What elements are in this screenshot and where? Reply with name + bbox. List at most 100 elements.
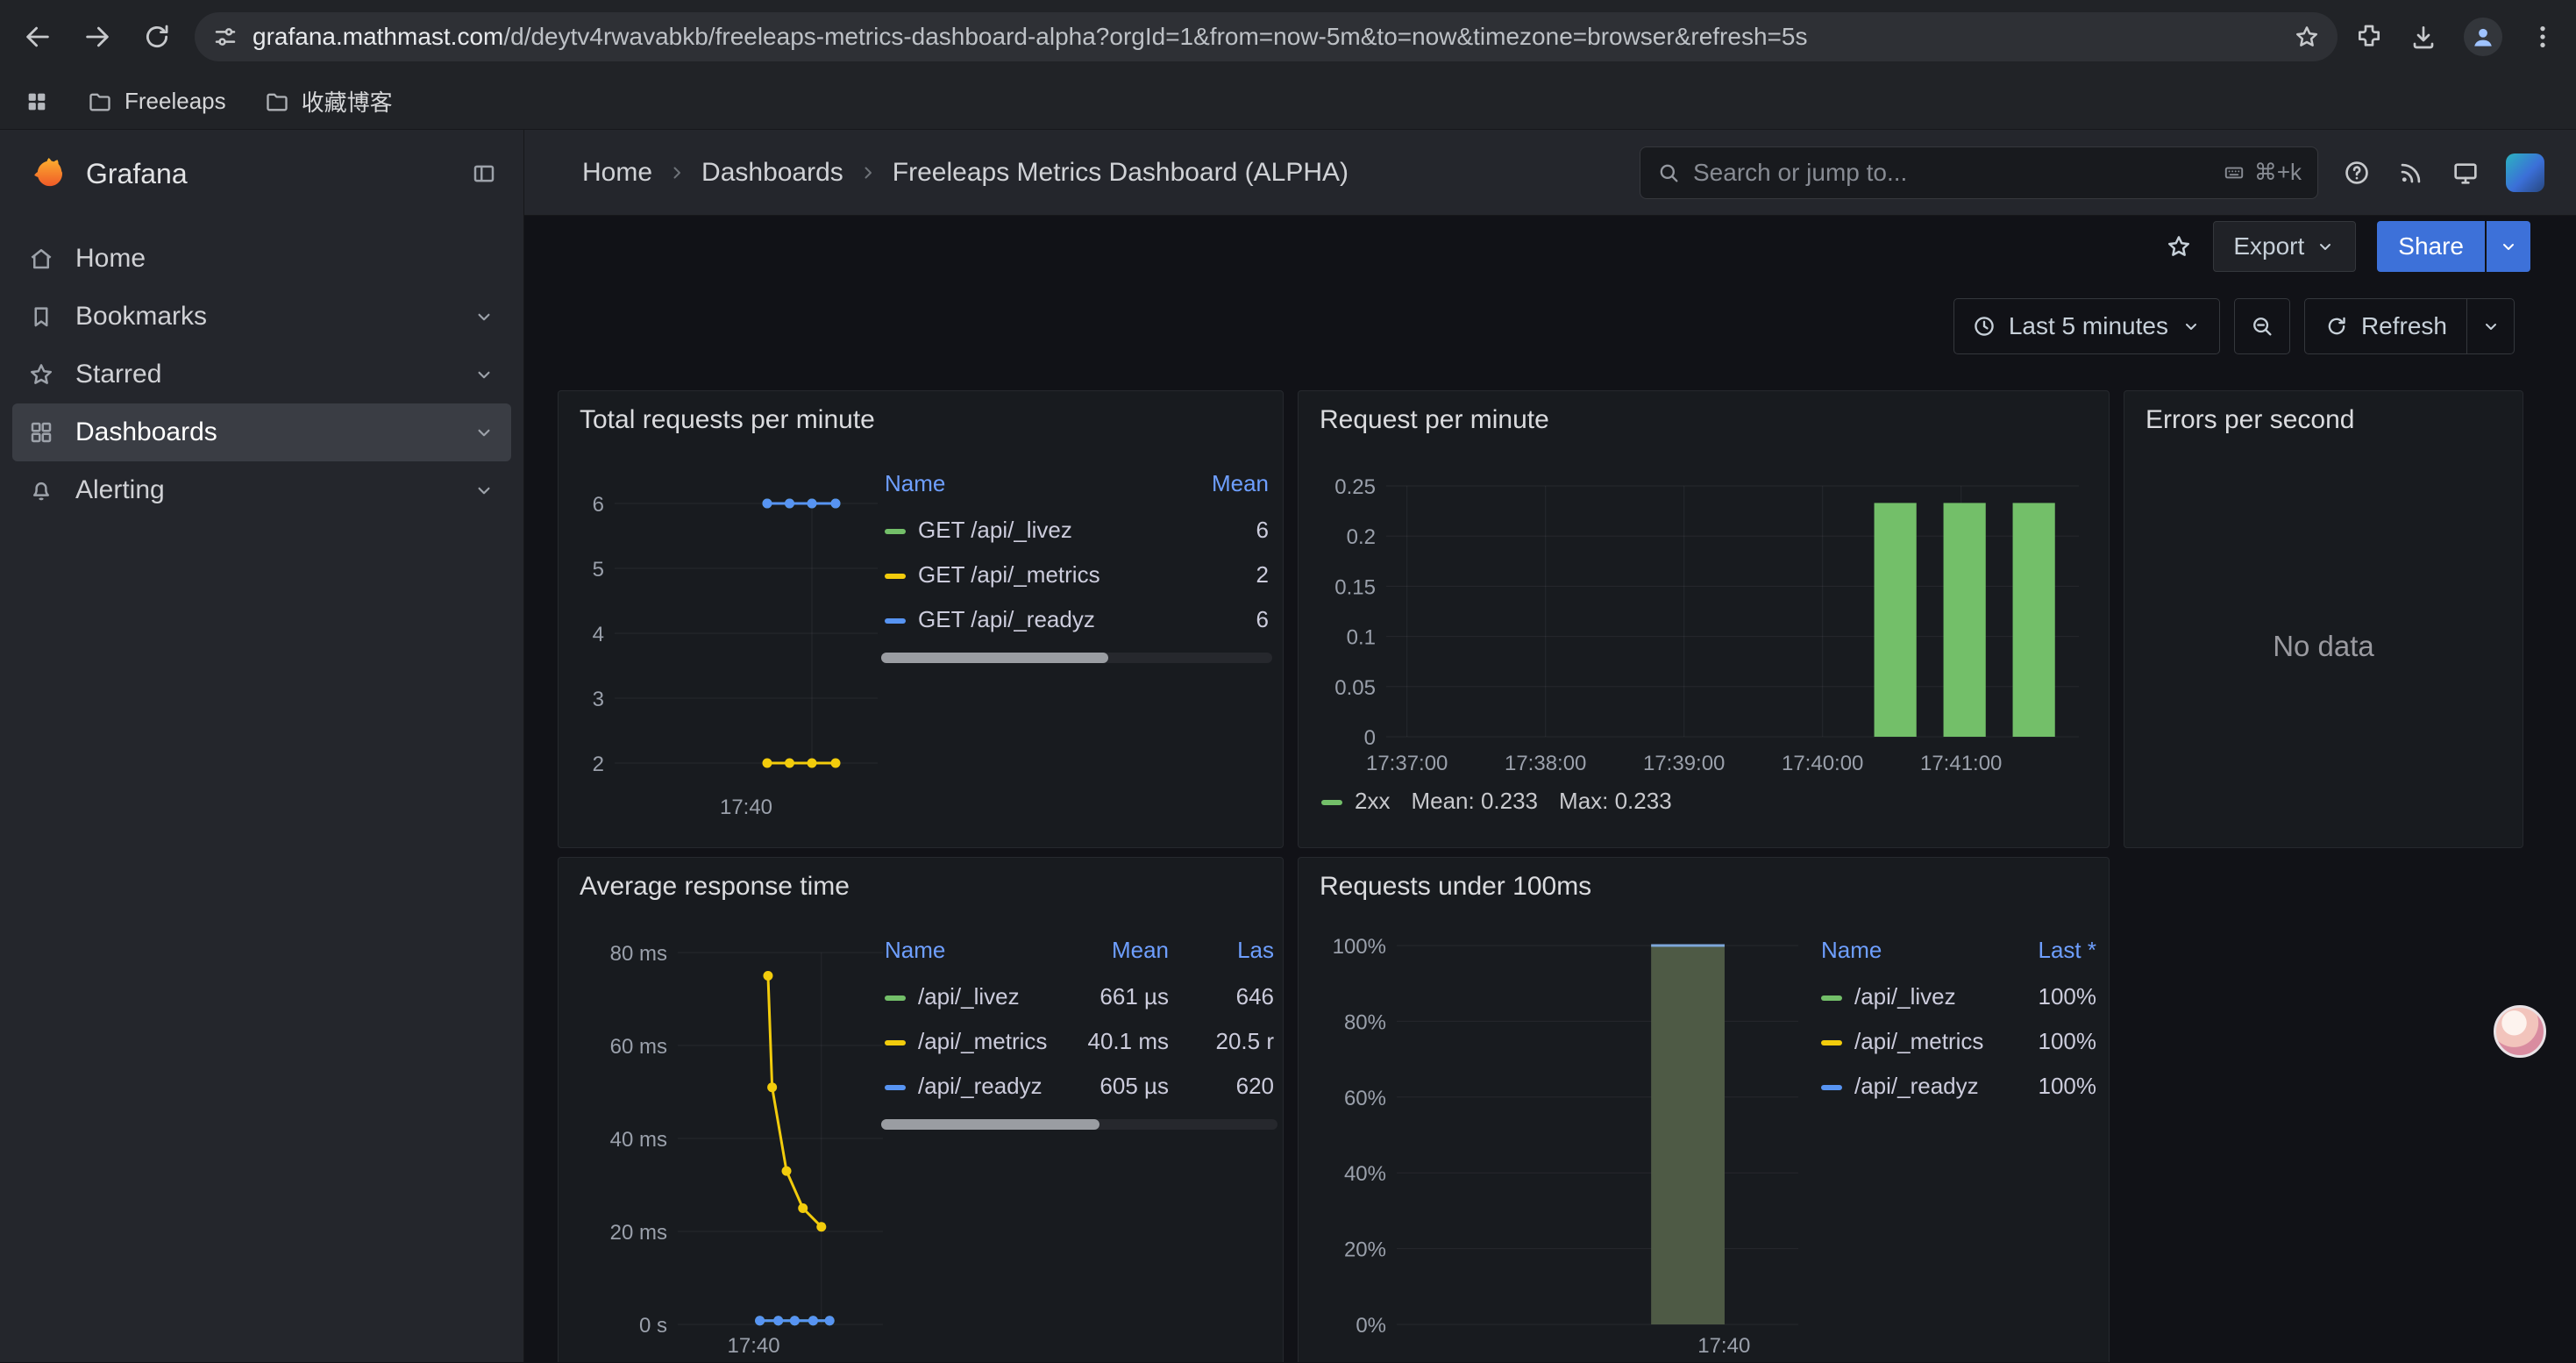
- chart-requests-under-100ms[interactable]: 100%80%60%40%20%0%17:40: [1313, 928, 1804, 1359]
- series-swatch: [1821, 1085, 1842, 1090]
- chart-svg: 80 ms60 ms40 ms20 ms0 s17:40: [564, 928, 888, 1359]
- svg-text:40 ms: 40 ms: [610, 1128, 667, 1152]
- legend-row[interactable]: GET /api/_metrics2: [881, 553, 1272, 597]
- svg-text:0.05: 0.05: [1334, 676, 1376, 700]
- refresh-interval-caret[interactable]: [2467, 298, 2515, 354]
- svg-text:2: 2: [593, 753, 604, 776]
- site-settings-icon[interactable]: [212, 24, 238, 50]
- legend-col-header[interactable]: Name: [1818, 931, 1995, 974]
- browser-menu-icon[interactable]: [2529, 23, 2557, 51]
- svg-text:17:37:00: 17:37:00: [1366, 752, 1448, 775]
- url-bar[interactable]: grafana.mathmast.com/d/deytv4rwavabkb/fr…: [195, 12, 2338, 61]
- panel-title[interactable]: Request per minute: [1299, 391, 2109, 449]
- search-bar[interactable]: ⌘+k: [1640, 146, 2318, 199]
- reload-icon[interactable]: [142, 22, 172, 52]
- legend-row[interactable]: GET /api/_livez6: [881, 508, 1272, 553]
- chart-request-per-minute[interactable]: 0.250.20.150.10.05017:37:0017:38:0017:39…: [1313, 470, 2084, 777]
- profile-avatar[interactable]: [2464, 18, 2502, 56]
- svg-text:17:40: 17:40: [728, 1334, 780, 1358]
- browser-toolbar: grafana.mathmast.com/d/deytv4rwavabkb/fr…: [0, 0, 2576, 74]
- svg-text:20%: 20%: [1344, 1238, 1386, 1262]
- sidebar-item-alerting[interactable]: Alerting: [12, 461, 511, 519]
- legend-col-header[interactable]: Mean: [1067, 931, 1172, 974]
- chart-total-requests[interactable]: 6543217:40: [567, 470, 883, 821]
- bookmark-icon: [28, 303, 54, 330]
- chevron-right-icon: [857, 162, 879, 183]
- legend-row[interactable]: GET /api/_readyz6: [881, 597, 1272, 642]
- search-shortcut: ⌘+k: [2223, 159, 2302, 186]
- legend-row[interactable]: /api/_metrics40.1 ms20.5 r: [881, 1019, 1277, 1064]
- panel-title[interactable]: Average response time: [559, 858, 1283, 916]
- bookmarks-bar: Freeleaps 收藏博客: [0, 74, 2576, 130]
- folder-icon: [265, 89, 289, 114]
- help-icon[interactable]: [2343, 159, 2371, 187]
- export-button[interactable]: Export: [2213, 221, 2356, 272]
- bookmark-folder-blogs[interactable]: 收藏博客: [265, 85, 393, 118]
- breadcrumb-dashboards[interactable]: Dashboards: [701, 158, 843, 188]
- chevron-down-icon[interactable]: [473, 363, 495, 386]
- series-swatch: [1821, 1040, 1842, 1045]
- legend-row[interactable]: /api/_livez661 µs646: [881, 974, 1277, 1019]
- series-swatch: [885, 574, 906, 579]
- bookmark-folder-freeleaps[interactable]: Freeleaps: [88, 88, 226, 115]
- zoom-out-button[interactable]: [2234, 298, 2290, 354]
- legend-col-header[interactable]: Las: [1172, 931, 1277, 974]
- refresh-icon: [2324, 314, 2349, 339]
- legend-col-header[interactable]: Last *: [1995, 931, 2100, 974]
- floating-assistant-avatar[interactable]: [2494, 1005, 2546, 1058]
- legend-scrollbar[interactable]: [881, 1119, 1277, 1130]
- panel-title[interactable]: Total requests per minute: [559, 391, 1283, 449]
- star-icon: [28, 361, 54, 388]
- dashboards-grid-icon: [28, 419, 54, 446]
- sidebar-item-home[interactable]: Home: [12, 230, 511, 288]
- legend-col-header[interactable]: Mean: [1167, 465, 1272, 508]
- chevron-down-icon[interactable]: [473, 421, 495, 444]
- news-rss-icon[interactable]: [2397, 159, 2425, 187]
- panel-title[interactable]: Requests under 100ms: [1299, 858, 2109, 916]
- sidebar-item-label: Starred: [75, 360, 161, 389]
- svg-text:60%: 60%: [1344, 1087, 1386, 1110]
- user-avatar[interactable]: [2506, 153, 2544, 192]
- legend-col-header[interactable]: Name: [881, 465, 1167, 508]
- svg-text:0%: 0%: [1356, 1314, 1386, 1338]
- chevron-down-icon[interactable]: [473, 479, 495, 502]
- legend-row[interactable]: /api/_metrics100%: [1818, 1019, 2100, 1064]
- svg-text:17:38:00: 17:38:00: [1505, 752, 1586, 775]
- favorite-star-icon[interactable]: [2166, 233, 2192, 260]
- sidebar-item-starred[interactable]: Starred: [12, 346, 511, 403]
- legend-row[interactable]: /api/_readyz100%: [1818, 1064, 2100, 1109]
- panel-title[interactable]: Errors per second: [2124, 391, 2523, 449]
- back-icon[interactable]: [23, 22, 53, 52]
- refresh-button[interactable]: Refresh: [2304, 298, 2467, 354]
- sidebar-item-dashboards[interactable]: Dashboards: [12, 403, 511, 461]
- apps-grid-icon[interactable]: [25, 89, 49, 114]
- legend-total-requests: NameMeanGET /api/_livez6GET /api/_metric…: [881, 465, 1272, 663]
- share-button[interactable]: Share: [2377, 221, 2485, 272]
- sidebar-toggle-icon[interactable]: [471, 161, 497, 187]
- sidebar-item-bookmarks[interactable]: Bookmarks: [12, 288, 511, 346]
- legend-scrollbar[interactable]: [881, 653, 1272, 663]
- monitor-icon[interactable]: [2451, 159, 2480, 187]
- forward-icon[interactable]: [82, 22, 112, 52]
- time-range-picker[interactable]: Last 5 minutes: [1953, 298, 2220, 354]
- chevron-down-icon: [2315, 236, 2336, 257]
- downloads-icon[interactable]: [2409, 23, 2437, 51]
- legend-row[interactable]: /api/_livez100%: [1818, 974, 2100, 1019]
- legend-row[interactable]: /api/_readyz605 µs620: [881, 1064, 1277, 1109]
- svg-text:60 ms: 60 ms: [610, 1035, 667, 1059]
- legend-2xx[interactable]: 2xx Mean: 0.233 Max: 0.233: [1321, 788, 1672, 815]
- sidebar-item-label: Dashboards: [75, 417, 217, 447]
- legend-col-header[interactable]: Name: [881, 931, 1067, 974]
- breadcrumb-home[interactable]: Home: [582, 158, 652, 188]
- bookmark-label: 收藏博客: [302, 85, 393, 118]
- url-text: grafana.mathmast.com/d/deytv4rwavabkb/fr…: [253, 23, 2280, 51]
- svg-text:80 ms: 80 ms: [610, 942, 667, 966]
- bookmark-star-icon[interactable]: [2294, 24, 2320, 50]
- search-input[interactable]: [1693, 159, 2210, 187]
- chevron-down-icon[interactable]: [473, 305, 495, 328]
- share-menu-caret[interactable]: [2487, 221, 2530, 272]
- svg-text:80%: 80%: [1344, 1010, 1386, 1034]
- chart-average-response-time[interactable]: 80 ms60 ms40 ms20 ms0 s17:40: [564, 928, 888, 1359]
- brand-name[interactable]: Grafana: [86, 158, 188, 190]
- extensions-icon[interactable]: [2355, 23, 2383, 51]
